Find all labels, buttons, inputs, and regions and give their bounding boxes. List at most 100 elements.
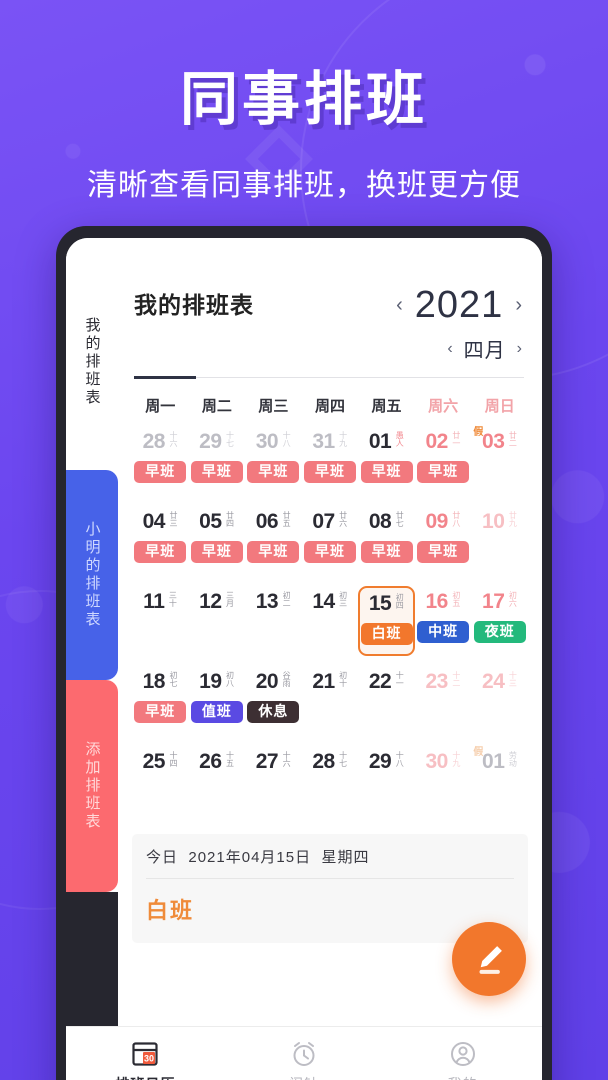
- calendar-day-cell[interactable]: 21 初十: [302, 666, 359, 736]
- sidebar-item-label: 我的排班表: [83, 317, 101, 407]
- calendar-day-cell[interactable]: 06 廿五 早班: [245, 506, 302, 576]
- chevron-right-icon[interactable]: ›: [517, 340, 522, 357]
- calendar-day-cell[interactable]: 12 三月: [189, 586, 246, 656]
- shift-badge[interactable]: 早班: [303, 541, 356, 563]
- day-number-group: 02 廿一: [425, 431, 460, 457]
- shift-badge[interactable]: 值班: [190, 701, 243, 723]
- calendar-day-cell[interactable]: 29 十七早班: [189, 426, 246, 496]
- calendar-day-cell[interactable]: 28 十七: [302, 746, 359, 816]
- shift-badge[interactable]: 早班: [417, 461, 470, 483]
- svg-text:30: 30: [144, 1053, 154, 1063]
- lunar-date-label: 廿六: [338, 511, 348, 527]
- lunar-date-label: 十八: [282, 431, 292, 447]
- day-number: 16: [425, 590, 448, 613]
- calendar-day-cell[interactable]: 07 廿六 早班: [302, 506, 359, 576]
- tab-schedule-calendar[interactable]: 30 排班日历: [66, 1040, 225, 1080]
- calendar-day-cell[interactable]: 25 十四: [132, 746, 189, 816]
- shift-badge[interactable]: 早班: [190, 461, 243, 483]
- calendar-day-cell[interactable]: 15 初四 白班: [358, 586, 415, 656]
- day-number-group: 25 十四: [143, 751, 178, 777]
- day-number: 03: [482, 430, 505, 453]
- calendar-day-cell[interactable]: 30 十八早班: [245, 426, 302, 496]
- chevron-left-icon[interactable]: ‹: [447, 340, 452, 357]
- shift-badge[interactable]: 早班: [360, 461, 413, 483]
- shift-badge[interactable]: 白班: [360, 623, 413, 645]
- chevron-left-icon[interactable]: ‹: [396, 295, 403, 315]
- calendar-day-cell[interactable]: 09 廿八 早班: [415, 506, 472, 576]
- calendar-day-cell[interactable]: 20 谷雨 休息: [245, 666, 302, 736]
- sidebar-item-add-schedule[interactable]: 添加排班表: [66, 680, 118, 892]
- calendar-day-cell[interactable]: 05 廿四 早班: [189, 506, 246, 576]
- shift-badge[interactable]: 早班: [247, 541, 300, 563]
- calendar-day-cell[interactable]: 29 十八: [358, 746, 415, 816]
- sidebar-item-my-schedule[interactable]: 我的排班表: [66, 238, 118, 470]
- calendar-day-cell[interactable]: 24 十三: [471, 666, 528, 736]
- calendar-day-cell[interactable]: 31 十九早班: [302, 426, 359, 496]
- day-number: 28: [312, 750, 335, 773]
- chevron-right-icon[interactable]: ›: [515, 295, 522, 315]
- day-number: 27: [255, 750, 279, 773]
- shift-badge[interactable]: 早班: [190, 541, 243, 563]
- calendar-day-cell[interactable]: 13 初二: [245, 586, 302, 656]
- shift-badge[interactable]: 早班: [134, 701, 187, 723]
- lunar-date-label: 十五: [225, 751, 235, 767]
- calendar-day-cell[interactable]: 18 初七 早班: [132, 666, 189, 736]
- calendar-week-row: 18 初七 早班 19 初八 值班 20 谷雨 休息 21 初十 22 十一 23 十二 24 十三: [132, 666, 528, 736]
- day-number-group: 21 初十: [312, 671, 347, 697]
- calendar-day-cell[interactable]: 16 初五 中班: [415, 586, 472, 656]
- today-date-line: 今日 2021年04月15日 星期四: [146, 846, 514, 878]
- day-number: 30: [255, 430, 279, 453]
- day-number-group: 24 十三: [482, 671, 517, 697]
- calendar-day-cell[interactable]: 17 初六 夜班: [471, 586, 528, 656]
- calendar-day-cell[interactable]: 假 03 廿二: [471, 426, 528, 496]
- day-number-group: 10 廿九: [482, 511, 517, 537]
- calendar-day-cell[interactable]: 04 廿三 早班: [132, 506, 189, 576]
- shift-badge[interactable]: 早班: [360, 541, 413, 563]
- today-weekday: 星期四: [321, 849, 370, 866]
- day-number: 02: [425, 430, 448, 453]
- shift-badge[interactable]: 早班: [134, 541, 187, 563]
- lunar-date-label: 十九: [338, 431, 348, 447]
- calendar-day-cell[interactable]: 23 十二: [415, 666, 472, 736]
- day-number: 04: [142, 510, 166, 533]
- calendar-day-cell[interactable]: 30 十九: [415, 746, 472, 816]
- year-selector: ‹ 2021 ›: [396, 286, 522, 324]
- lunar-date-label: 十四: [168, 751, 178, 767]
- calendar-day-cell[interactable]: 01 愚人 早班: [358, 426, 415, 496]
- shift-badge[interactable]: 早班: [303, 461, 356, 483]
- shift-badge[interactable]: 休息: [247, 701, 300, 723]
- calendar-week-row: 28 十六 早班 29 十七 早班 30 十八 早班 31 十九 早班 01 愚人 早班 02 廿一 早班假 03 廿…: [132, 426, 528, 496]
- shift-badge[interactable]: 早班: [134, 461, 187, 483]
- calendar-day-cell[interactable]: 19 初八值班: [189, 666, 246, 736]
- calendar-day-cell[interactable]: 02 廿一早班: [415, 426, 472, 496]
- tab-profile[interactable]: 我的: [383, 1040, 542, 1080]
- calendar-day-cell[interactable]: 26 十五: [189, 746, 246, 816]
- calendar-day-cell[interactable]: 27 十六: [245, 746, 302, 816]
- day-number: 31: [312, 430, 335, 453]
- calendar-day-cell[interactable]: 08 廿七 早班: [358, 506, 415, 576]
- calendar-day-cell[interactable]: 22 十一: [358, 666, 415, 736]
- today-date: 2021年04月15日: [188, 849, 312, 866]
- lunar-date-label: 十一: [395, 671, 405, 687]
- day-number-group: 19 初八: [199, 671, 234, 697]
- sidebar-item-xiaoming-schedule[interactable]: 小明的排班表: [66, 470, 118, 680]
- calendar-day-cell[interactable]: 28 十六 早班: [132, 426, 189, 496]
- day-number: 25: [142, 750, 166, 773]
- shift-badge[interactable]: 中班: [417, 621, 470, 643]
- shift-badge[interactable]: 早班: [247, 461, 300, 483]
- calendar-day-cell[interactable]: 10 廿九: [471, 506, 528, 576]
- today-prefix: 今日: [146, 849, 179, 866]
- lunar-date-label: 谷雨: [282, 671, 292, 687]
- day-number-group: 27 十六: [256, 751, 291, 777]
- calendar-30-icon: 30: [132, 1041, 158, 1066]
- edit-schedule-fab[interactable]: [452, 922, 526, 996]
- calendar-day-cell[interactable]: 11 三十: [132, 586, 189, 656]
- calendar-day-cell[interactable]: 假 01 劳动: [471, 746, 528, 816]
- shift-badge[interactable]: 夜班: [473, 621, 526, 643]
- calendar-day-cell[interactable]: 14 初三: [302, 586, 359, 656]
- calendar-week-row: 04 廿三 早班 05 廿四 早班 06 廿五 早班 07 廿六 早班 08 廿七 早班 09 廿八 早班 10 廿九: [132, 506, 528, 576]
- lunar-date-label: 廿四: [225, 511, 235, 527]
- day-number-group: 29 十七: [199, 431, 234, 457]
- tab-alarm[interactable]: 闹钟: [225, 1040, 384, 1080]
- shift-badge[interactable]: 早班: [417, 541, 470, 563]
